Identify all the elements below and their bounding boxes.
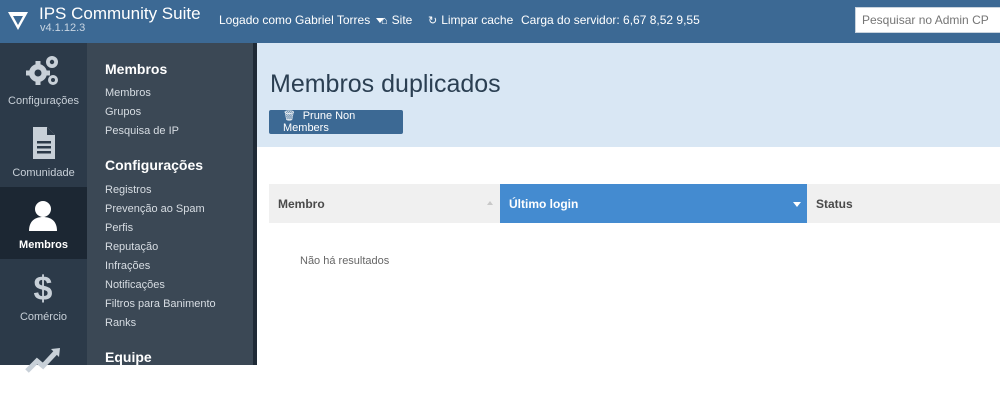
page-header: Membros duplicados 🗑 Prune Non Members [257,43,1000,147]
primary-sidebar: Configurações Comunidade Membros $ Comér… [0,43,87,373]
nav-link-prevencao-spam[interactable]: Prevenção ao Spam [105,203,205,215]
site-link-label: Site [391,13,413,27]
site-link[interactable]: ⌂ Site [381,13,412,27]
document-icon [33,127,55,159]
nav-link-filtros-banimento[interactable]: Filtros para Banimento [105,298,216,310]
sidebar-item-label: Configurações [8,95,79,107]
sidebar-item-membros[interactable]: Membros [0,187,87,259]
nav-link-registros[interactable]: Registros [105,184,151,196]
nav-link-infracoes[interactable]: Infrações [105,260,150,272]
prune-non-members-button[interactable]: 🗑 Prune Non Members [269,110,403,134]
column-label: Status [816,197,853,211]
nav-link-grupos[interactable]: Grupos [105,106,141,118]
section-title: Equipe [105,349,152,365]
sidebar-item-stats[interactable] [0,331,87,403]
user-icon [29,201,57,231]
section-title: Configurações [105,157,204,173]
sidebar-item-label: Membros [19,239,68,251]
nav-link-membros[interactable]: Membros [105,87,151,99]
gears-icon [26,56,58,85]
top-header: IPS Community Suite v4.1.12.3 Logado com… [0,0,1000,43]
sidebar-item-comunidade[interactable]: Comunidade [0,115,87,187]
dollar-icon: $ [34,270,53,305]
nav-link-ranks[interactable]: Ranks [105,317,136,329]
brand-version: v4.1.12.3 [40,22,86,34]
column-header-ultimo-login[interactable]: Último login [500,184,807,223]
sidebar-item-configuracoes[interactable]: Configurações [0,43,87,115]
page-title: Membros duplicados [270,70,501,98]
sort-desc-icon [793,202,801,207]
sidebar-item-label: Comunidade [12,167,75,179]
search-input[interactable] [855,7,1000,33]
user-menu[interactable]: Logado como Gabriel Torres [219,13,385,27]
sort-asc-icon [487,201,493,205]
svg-text:$: $ [34,270,53,305]
brand-title[interactable]: IPS Community Suite [39,4,201,24]
nav-link-pesquisa-ip[interactable]: Pesquisa de IP [105,125,179,137]
server-load: Carga do servidor: 6,67 8,52 9,55 [521,13,700,27]
chart-icon [25,348,60,373]
refresh-icon: ↻ [428,15,438,27]
trash-icon: 🗑 [283,111,296,122]
section-title: Membros [105,61,168,77]
column-label: Último login [509,197,579,211]
nav-link-notificacoes[interactable]: Notificações [105,279,165,291]
secondary-sidebar: Membros Membros Grupos Pesquisa de IP Co… [87,43,253,365]
clear-cache-link[interactable]: ↻ Limpar cache [428,13,513,27]
column-header-membro[interactable]: Membro [269,184,500,223]
home-icon: ⌂ [381,15,388,27]
empty-results-message: Não há resultados [300,255,390,267]
nav-link-perfis[interactable]: Perfis [105,222,133,234]
sidebar-item-label: Comércio [19,311,68,323]
clear-cache-label: Limpar cache [441,13,514,27]
user-menu-label: Logado como Gabriel Torres [219,13,371,27]
nav-link-reputacao[interactable]: Reputação [105,241,158,253]
ips-logo-icon[interactable] [7,10,29,32]
column-label: Membro [278,197,325,211]
column-header-status[interactable]: Status [807,184,1000,223]
sidebar-item-comercio[interactable]: $ Comércio [0,259,87,331]
